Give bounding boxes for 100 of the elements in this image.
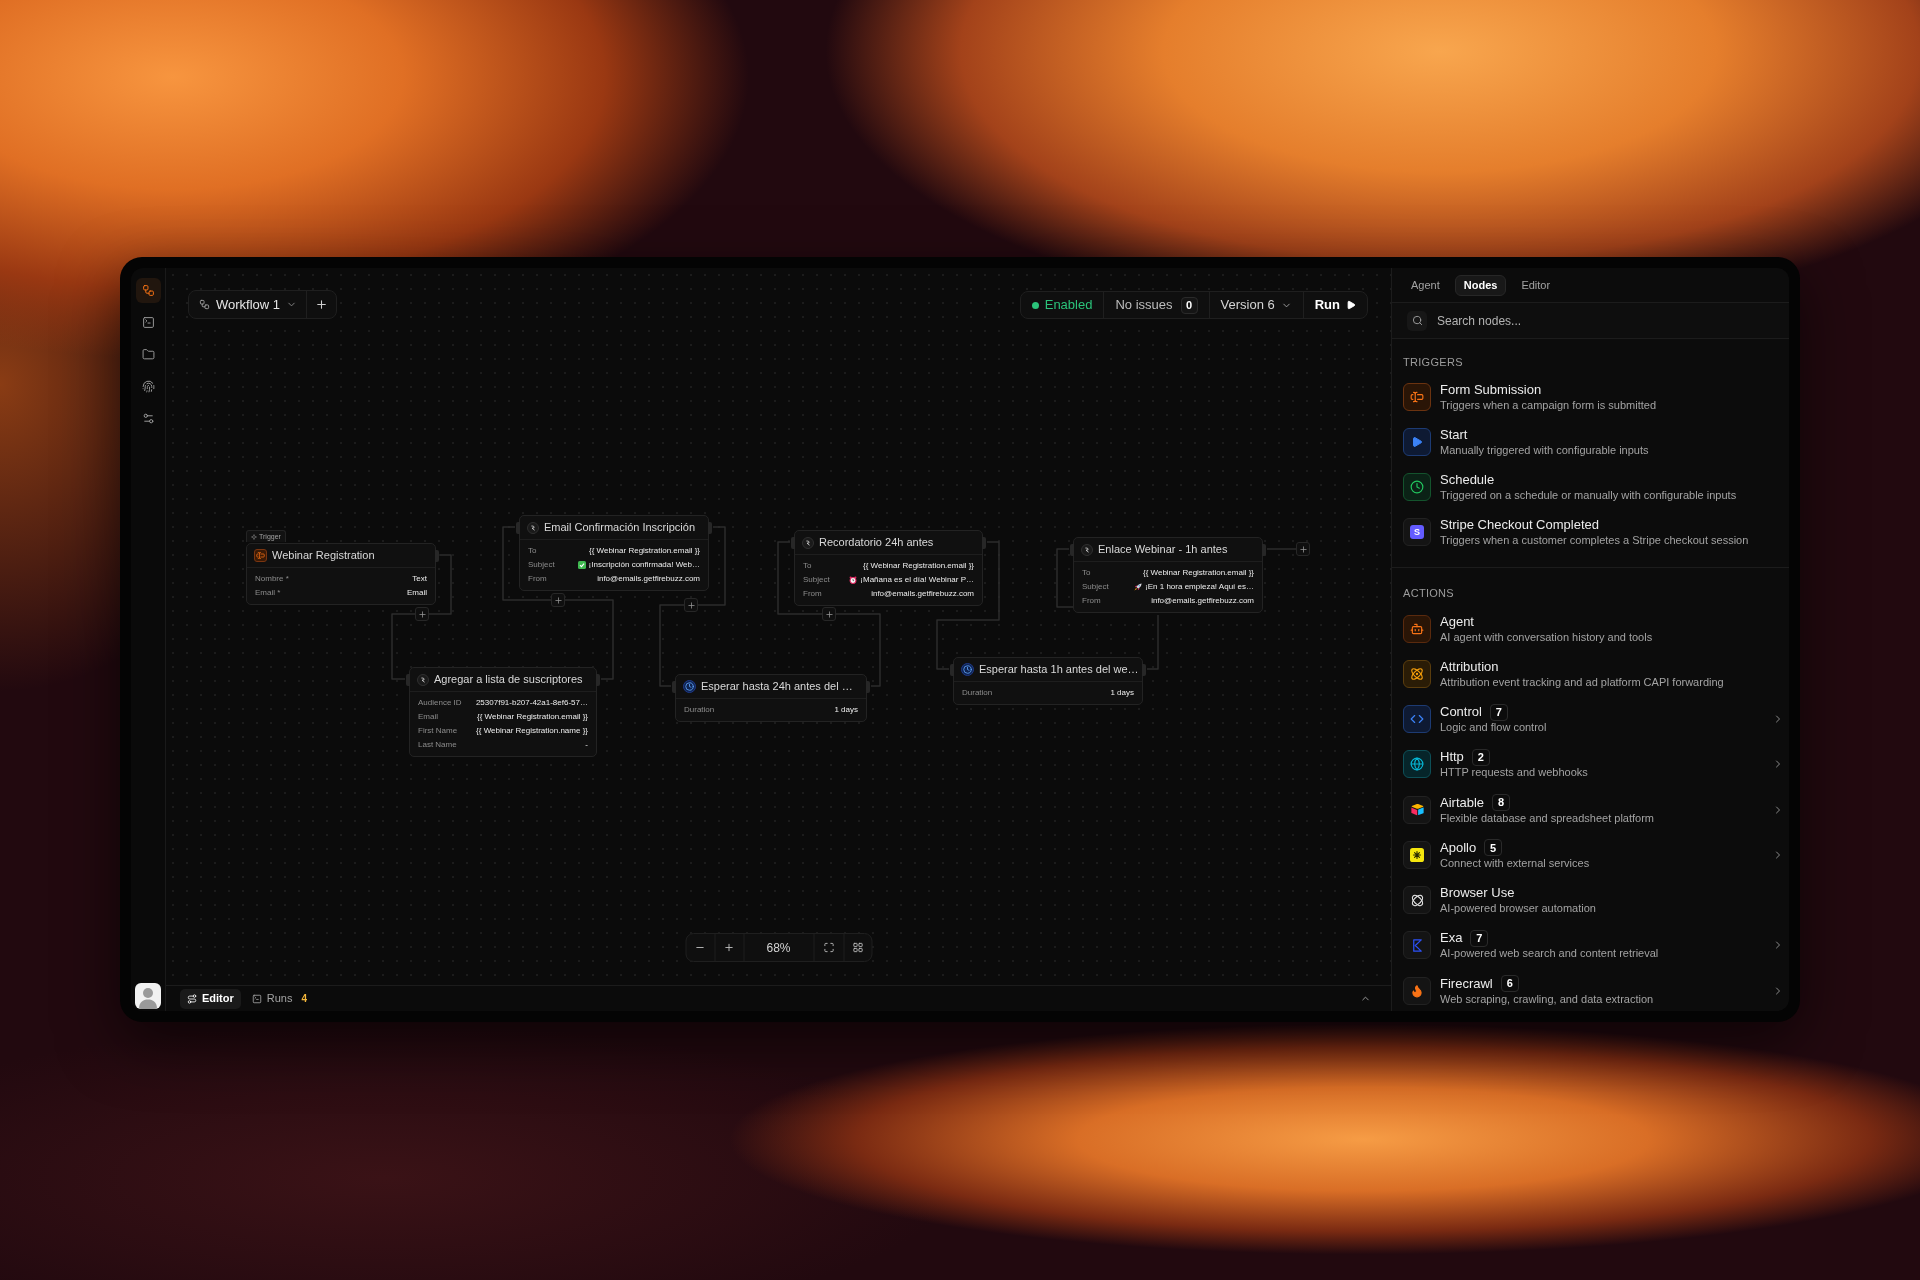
- node-type-description: Triggers when a customer completes a Stripe checkout session: [1440, 532, 1749, 547]
- fingerprint-icon: [141, 380, 155, 393]
- node-type-name[interactable]: Control: [1440, 704, 1482, 721]
- workflow-node[interactable]: Recordatorio 24h antes To {{ Webinar Registration.email }} Subject ¡Mañana es el día! Webinar P… From info@emails.getfirebuzz.com: [794, 530, 983, 606]
- node-type-name[interactable]: Firecrawl: [1440, 975, 1493, 992]
- letter-logo: S: [1403, 517, 1431, 546]
- node-type-name[interactable]: Exa: [1440, 930, 1463, 947]
- workflow-node[interactable]: Agregar a lista de suscriptores Audience ID 25307f91-b207-42a1-8ef6-57… Email {{ Webinar Registration.email }} First Name {{ Webinar Registration.name }} Last Name -: [409, 667, 597, 757]
- field-label: Email: [418, 712, 438, 722]
- panel-tab[interactable]: Nodes: [1454, 274, 1507, 296]
- node-type-description: AI-powered web search and content retrieval: [1440, 946, 1659, 961]
- circle-logo-icon: [527, 521, 539, 534]
- plus-icon: [417, 609, 427, 619]
- field-label: To: [528, 546, 537, 556]
- node-type-description: HTTP requests and webhooks: [1440, 765, 1588, 780]
- field-label: Subject: [803, 575, 830, 585]
- workflow-button[interactable]: [135, 278, 161, 303]
- bowtie-logo-icon: [1403, 931, 1431, 960]
- bottom-tab[interactable]: Editor: [180, 988, 241, 1009]
- node-type-description: Logic and flow control: [1440, 720, 1547, 735]
- circle-logo-icon: [1081, 543, 1093, 556]
- field-label: First Name: [418, 726, 458, 736]
- search-field[interactable]: Search nodes...: [1437, 311, 1774, 330]
- route-icon: [187, 993, 197, 1004]
- panel-tab[interactable]: Agent: [1402, 274, 1449, 296]
- node-type-name[interactable]: Browser Use: [1440, 885, 1515, 902]
- node-type-description: Flexible database and spreadsheet platform: [1440, 810, 1655, 825]
- field-value: {{ Webinar Registration.email }}: [862, 561, 974, 571]
- plus-icon: [686, 600, 696, 610]
- workflow-node[interactable]: Esperar hasta 24h antes del … Duration 1 days: [675, 674, 867, 722]
- enabled-toggle[interactable]: Enabled: [1020, 292, 1104, 318]
- plus-icon: [1298, 544, 1308, 554]
- node-type-description: Triggered on a schedule or manually with configurable inputs: [1440, 487, 1737, 502]
- circle-logo-icon: [417, 673, 429, 686]
- form-input-icon: [1403, 383, 1431, 412]
- field-label: From: [528, 574, 547, 584]
- field-label: To: [1082, 568, 1091, 578]
- node-type-name[interactable]: Start: [1440, 427, 1468, 444]
- node-type-description: Attribution event tracking and ad platform CAPI forwarding: [1440, 674, 1724, 689]
- workflow-node[interactable]: Enlace Webinar - 1h antes To {{ Webinar Registration.email }} Subject ¡En 1 hora empieza! Aquí es… From info@emails.getfirebuzz.com: [1073, 537, 1263, 613]
- node-title: Email Confirmación Inscripción: [544, 521, 695, 534]
- add-step-button[interactable]: [551, 593, 565, 607]
- issues-button[interactable]: No issues 0: [1104, 292, 1209, 318]
- node-type-description: Triggers when a campaign form is submitted: [1440, 398, 1656, 413]
- node-type-description: Manually triggered with configurable inputs: [1440, 443, 1649, 458]
- field-value: info@emails.getfirebuzz.com: [1151, 596, 1254, 606]
- workflow-node[interactable]: Email Confirmación Inscripción To {{ Webinar Registration.email }} Subject ¡Inscripción confirmada! Web… From info@emails.getfirebuzz.com: [519, 515, 709, 591]
- run-button[interactable]: Run: [1303, 292, 1367, 318]
- plus-icon: [824, 609, 834, 619]
- terminal-icon: [251, 993, 262, 1004]
- node-type-name[interactable]: Http: [1440, 749, 1464, 766]
- node-type-name[interactable]: Attribution: [1440, 658, 1499, 675]
- field-value: 1 days: [1110, 688, 1134, 698]
- atom-icon: [1403, 659, 1431, 688]
- zoom-level[interactable]: 68%: [743, 934, 813, 961]
- version-select[interactable]: Version 6: [1209, 292, 1303, 318]
- panel-tab[interactable]: Editor: [1512, 274, 1560, 296]
- field-value: -: [585, 740, 588, 750]
- field-label: Last Name: [418, 740, 457, 750]
- bottom-tab[interactable]: Runs 4: [244, 988, 315, 1009]
- connector-line: [391, 613, 416, 680]
- node-type-name[interactable]: Stripe Checkout Completed: [1440, 516, 1599, 533]
- clock-icon: [961, 663, 974, 676]
- add-step-button[interactable]: [1296, 542, 1310, 556]
- issue-count: 0: [1180, 296, 1198, 314]
- workflow-icon: [141, 284, 155, 297]
- user-avatar-icon[interactable]: [135, 983, 161, 1009]
- robot-icon: [1403, 614, 1431, 643]
- node-type-name[interactable]: Airtable: [1440, 794, 1485, 811]
- clock-icon: [1403, 472, 1431, 501]
- field-value: Text: [412, 574, 427, 584]
- workflow-node[interactable]: Esperar hasta 1h antes del we… Duration 1 days: [953, 657, 1143, 705]
- add-step-button[interactable]: [822, 607, 836, 621]
- node-type-name[interactable]: Agent: [1440, 613, 1474, 630]
- count-badge: 7: [1489, 703, 1508, 721]
- field-label: Email *: [255, 588, 281, 598]
- folder-icon: [141, 348, 155, 361]
- field-label: To: [803, 561, 812, 571]
- node-type-name[interactable]: Form Submission: [1440, 382, 1542, 399]
- count-badge: 5: [1484, 839, 1503, 857]
- node-title: Esperar hasta 24h antes del …: [701, 680, 853, 693]
- node-title: Webinar Registration: [272, 549, 375, 562]
- field-value: ¡Mañana es el día! Webinar P…: [860, 575, 974, 585]
- node-type-description: Connect with external services: [1440, 855, 1590, 870]
- count-badge: 2: [1471, 748, 1490, 766]
- node-type-name[interactable]: Apollo: [1440, 839, 1477, 856]
- node-title: Recordatorio 24h antes: [819, 536, 934, 549]
- terminal-icon: [141, 316, 155, 329]
- add-step-button[interactable]: [415, 607, 429, 621]
- section-heading: ACTIONS: [1403, 587, 1454, 600]
- node-type-name[interactable]: Schedule: [1440, 471, 1495, 488]
- field-value: ¡Inscripción confirmada! Web…: [588, 560, 700, 570]
- connector-line: [1146, 614, 1159, 670]
- run-count: 4: [301, 992, 308, 1006]
- workflow-select[interactable]: Workflow 1: [189, 291, 307, 318]
- corner-brackets-icon: [823, 942, 834, 953]
- connector-line: [428, 554, 452, 615]
- add-step-button[interactable]: [684, 598, 698, 612]
- node-title: Esperar hasta 1h antes del we…: [979, 663, 1139, 676]
- code-icon: [1403, 705, 1431, 734]
